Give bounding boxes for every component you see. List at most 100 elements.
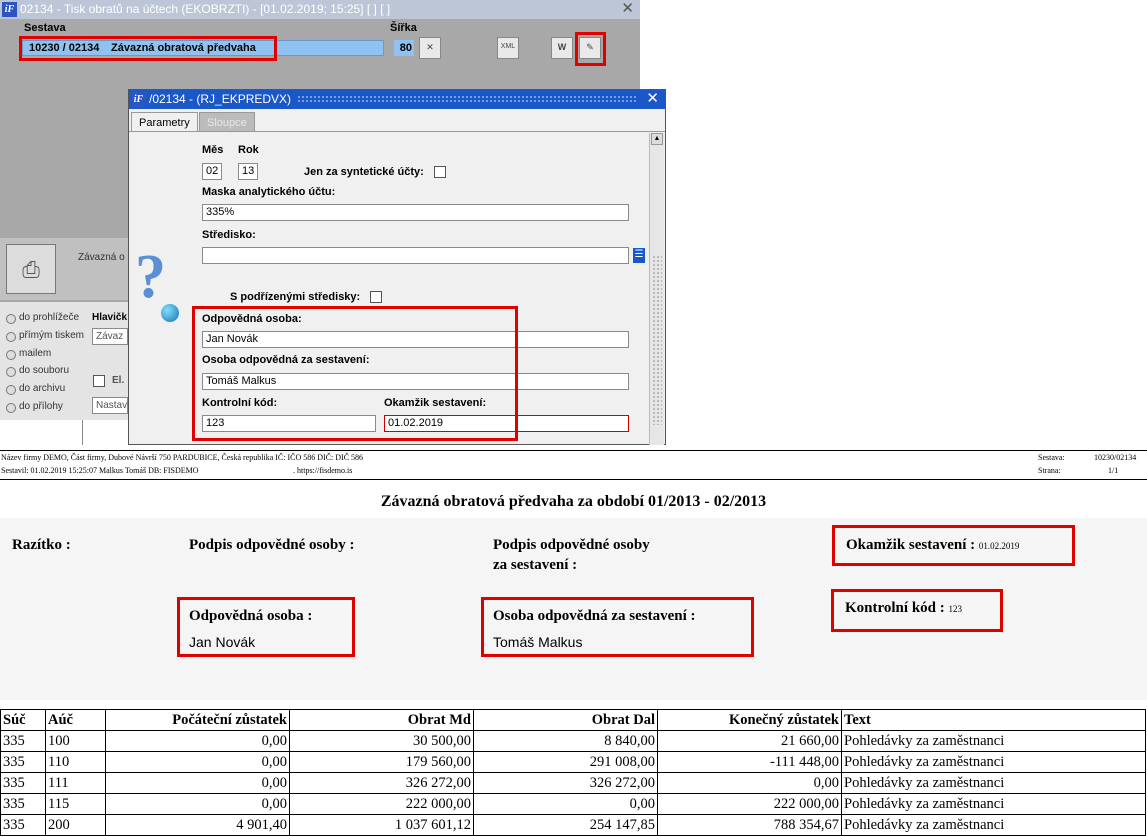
table-row: 335 115 0,00 222 000,00 0,00 222 000,00 … [0, 793, 1146, 815]
printer-icon[interactable]: ⎙ [6, 244, 56, 294]
cell-suc: 335 [0, 793, 46, 815]
cell-suc: 335 [0, 751, 46, 773]
col-header-pocatecni: Počáteční zůstatek [105, 709, 290, 731]
list-picker-icon[interactable]: ☰ [633, 248, 645, 263]
cell-pocatecni: 4 901,40 [105, 814, 290, 836]
dialog-close-icon[interactable]: ✕ [646, 90, 659, 108]
maska-label: Maska analytického účtu: [202, 186, 336, 198]
table-row: 335 111 0,00 326 272,00 326 272,00 0,00 … [0, 772, 1146, 794]
hlavicka-input[interactable]: Závaz [92, 328, 128, 345]
cell-text: Pohledávky za zaměstnanci [841, 772, 1146, 794]
podpis-odpovedne-label: Podpis odpovědné osoby : [189, 537, 355, 553]
cell-obrat-md: 222 000,00 [289, 793, 474, 815]
tab-sloupce[interactable]: Sloupce [199, 112, 255, 132]
output-label-soubor: do souboru [19, 365, 70, 376]
dialog-logo-icon: iF [131, 92, 146, 107]
turnover-table: Súč Aúč Počáteční zůstatek Obrat Md Obra… [0, 709, 1146, 836]
table-row: 335 110 0,00 179 560,00 291 008,00 -111 … [0, 751, 1146, 773]
cell-auc: 115 [45, 793, 106, 815]
podpis-sestaveni-line1: Podpis odpovědné osoby [493, 537, 650, 553]
cell-obrat-md: 326 272,00 [289, 772, 474, 794]
sirka-field[interactable]: 80 [394, 40, 414, 56]
tab-parametry[interactable]: Parametry [131, 112, 198, 132]
podrizene-checkbox[interactable] [370, 291, 382, 303]
report-sestava-label: Sestava: [1038, 453, 1065, 462]
cell-text: Pohledávky za zaměstnanci [841, 793, 1146, 815]
hlavicka-label: Hlavičk [92, 312, 128, 323]
panel-report-name: Závazná o [78, 252, 125, 263]
cell-auc: 100 [45, 730, 106, 752]
maska-input[interactable]: 335% [202, 204, 629, 221]
cell-text: Pohledávky za zaměstnanci [841, 730, 1146, 752]
report-strana-value: 1/1 [1108, 466, 1119, 475]
report-strana-label: Strana: [1038, 466, 1061, 475]
rok-input[interactable]: 13 [238, 163, 258, 180]
print-report-titlebar: iF 02134 - Tisk obratů na účtech (EKOBRZ… [0, 0, 640, 19]
output-radio-prohlizec[interactable] [6, 314, 16, 324]
col-header-konecny: Konečný zůstatek [657, 709, 842, 731]
output-label-tisk: přímým tiskem [19, 330, 84, 341]
table-header-row: Súč Aúč Počáteční zůstatek Obrat Md Obra… [0, 709, 1146, 731]
cell-konecny: 0,00 [657, 772, 842, 794]
dialog-scrollbar[interactable]: ▲ [649, 133, 664, 445]
word-icon[interactable]: W [551, 37, 573, 59]
cell-konecny: 788 354,67 [657, 814, 842, 836]
excel-icon[interactable]: ✕ [419, 37, 441, 59]
cell-obrat-dal: 254 147,85 [473, 814, 658, 836]
sestava-label: Sestava [24, 22, 66, 34]
cell-konecny: -111 448,00 [657, 751, 842, 773]
rok-label: Rok [238, 144, 259, 156]
cell-auc: 111 [45, 772, 106, 794]
cell-pocatecni: 0,00 [105, 772, 290, 794]
tab-separator [129, 131, 665, 132]
output-radio-mail[interactable] [6, 350, 16, 360]
highlight-edit-button [575, 32, 606, 66]
help-question-icon: ? [135, 243, 166, 311]
scroll-up-icon[interactable]: ▲ [651, 133, 663, 145]
close-icon[interactable]: ✕ [621, 0, 634, 18]
output-radio-soubor[interactable] [6, 367, 16, 377]
col-header-auc: Aúč [45, 709, 106, 731]
output-radio-tisk[interactable] [6, 332, 16, 342]
output-label-prohlizec: do prohlížeče [19, 312, 80, 323]
col-header-obrat-dal: Obrat Dal [473, 709, 658, 731]
cell-obrat-dal: 8 840,00 [473, 730, 658, 752]
nastav-input[interactable]: Nastav [92, 397, 128, 414]
output-label-mail: mailem [19, 348, 52, 359]
scroll-grip [652, 255, 662, 425]
output-radio-archiv[interactable] [6, 385, 16, 395]
panel-footer [0, 420, 128, 445]
cell-obrat-dal: 291 008,00 [473, 751, 658, 773]
el-checkbox[interactable] [93, 375, 105, 387]
cell-konecny: 222 000,00 [657, 793, 842, 815]
cell-pocatecni: 0,00 [105, 730, 290, 752]
cell-obrat-md: 179 560,00 [289, 751, 474, 773]
titlebar-grip [297, 95, 637, 104]
syntetic-label: Jen za syntetické účty: [304, 166, 424, 178]
app-logo-icon: iF [2, 2, 17, 17]
highlight-report-odpovedna [177, 597, 355, 657]
report-url: . https://fisdemo.is [293, 466, 353, 475]
dialog-title: /02134 - (RJ_EKPREDVX) [149, 92, 292, 106]
xml-icon[interactable]: XML [497, 37, 519, 59]
syntetic-checkbox[interactable] [434, 166, 446, 178]
table-row: 335 100 0,00 30 500,00 8 840,00 21 660,0… [0, 730, 1146, 752]
sirka-label: Šířka [390, 22, 417, 34]
cell-konecny: 21 660,00 [657, 730, 842, 752]
mes-input[interactable]: 02 [202, 163, 222, 180]
output-label-priloha: do přílohy [19, 401, 63, 412]
dialog-titlebar: iF /02134 - (RJ_EKPREDVX) ✕ [129, 90, 665, 109]
stredisko-input[interactable] [202, 247, 629, 264]
report-sestava-value: 10230/02134 [1094, 453, 1137, 462]
globe-icon [161, 304, 179, 322]
table-row: 335 200 4 901,40 1 037 601,12 254 147,85… [0, 814, 1146, 836]
output-label-archiv: do archivu [19, 383, 66, 394]
cell-suc: 335 [0, 814, 46, 836]
cell-auc: 110 [45, 751, 106, 773]
output-radio-priloha[interactable] [6, 403, 16, 413]
cell-auc: 200 [45, 814, 106, 836]
cell-obrat-md: 30 500,00 [289, 730, 474, 752]
podpis-sestaveni-line2: za sestavení : [493, 557, 578, 573]
highlight-report-kontrolni [831, 589, 1003, 632]
col-header-text: Text [841, 709, 1146, 731]
